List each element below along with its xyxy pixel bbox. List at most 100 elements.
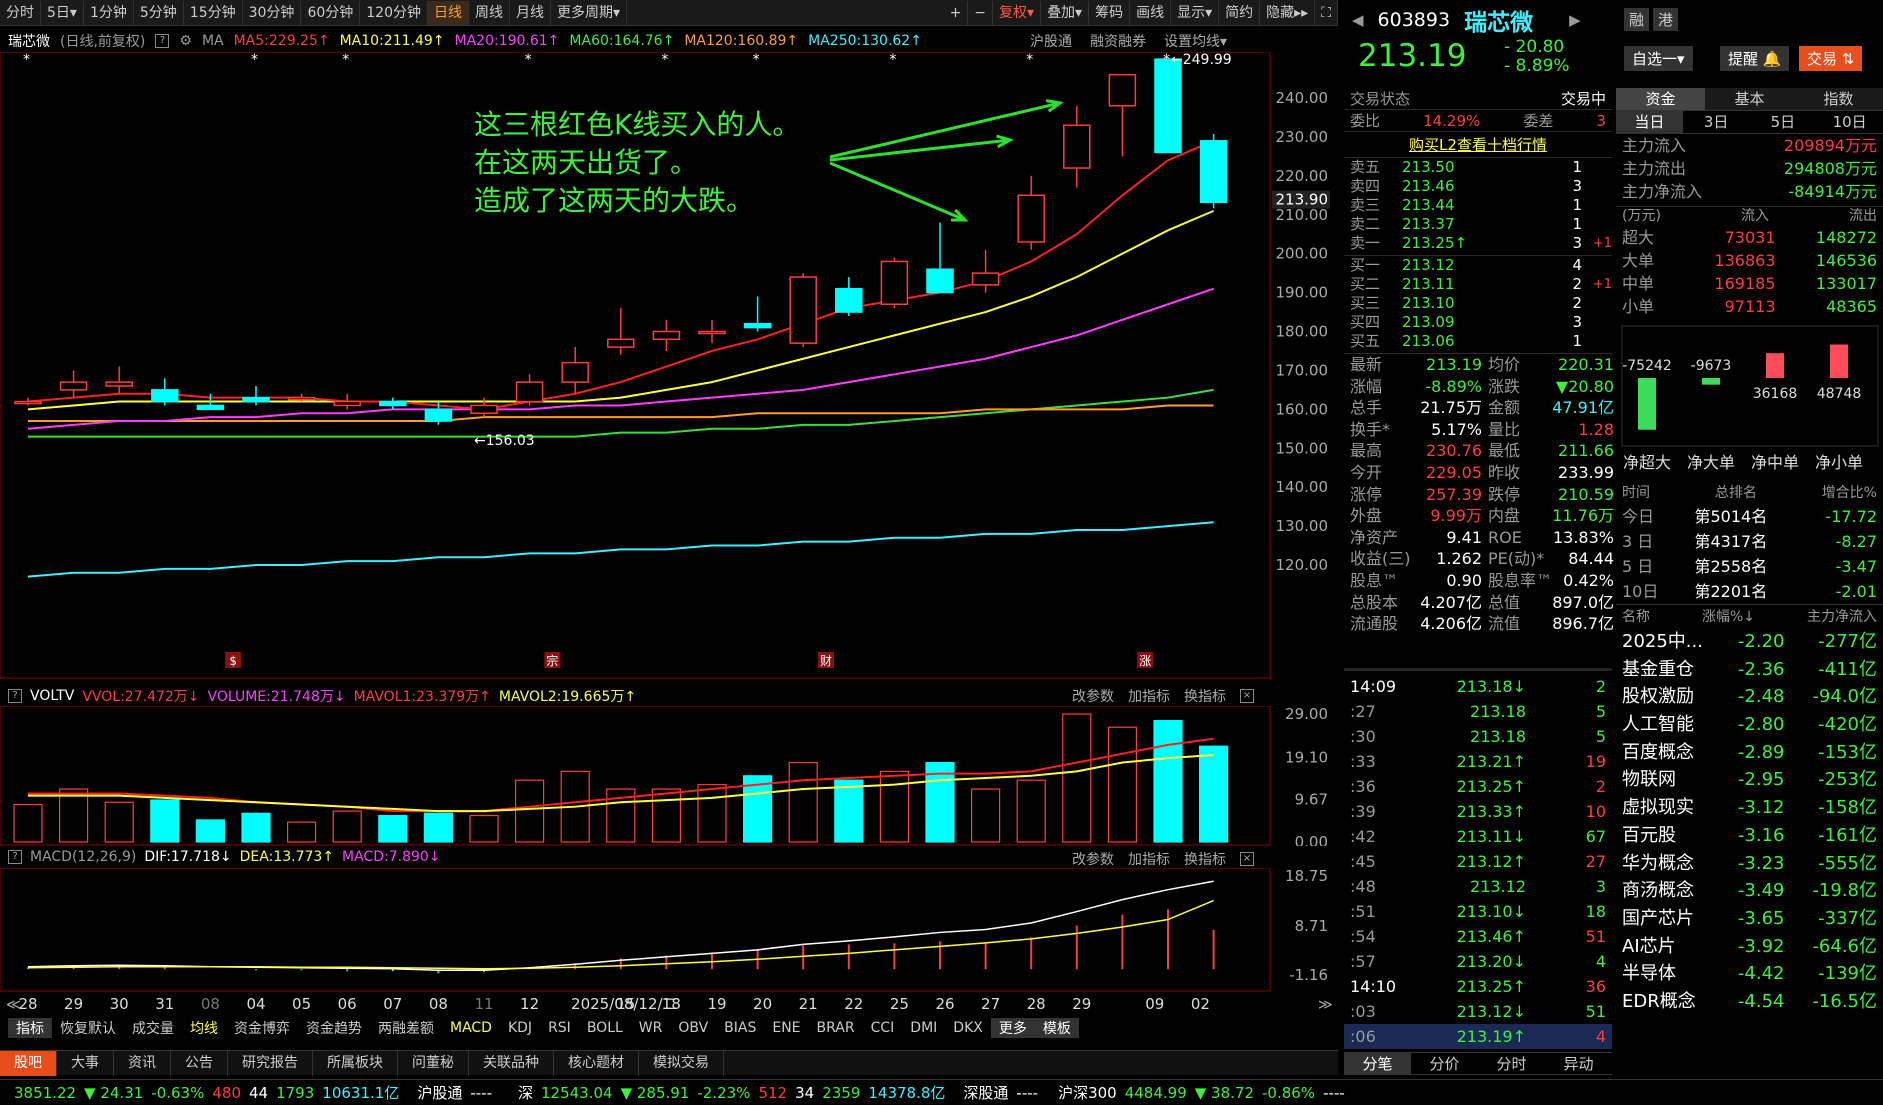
- candle-body[interactable]: [424, 408, 453, 422]
- rong-badge[interactable]: 融: [1624, 8, 1650, 31]
- close-icon[interactable]: ×: [1240, 689, 1254, 703]
- period-tab-1[interactable]: 5日▾: [41, 0, 84, 25]
- rzrq-button[interactable]: 融资融券: [1090, 31, 1146, 51]
- tick-row[interactable]: :39 213.33↑ 10: [1344, 799, 1612, 824]
- volume-bar[interactable]: [469, 814, 499, 843]
- volume-bar[interactable]: [58, 788, 89, 843]
- edit-params-button[interactable]: 改参数: [1072, 849, 1114, 869]
- tool-button-8[interactable]: 隐藏▸▸: [1260, 0, 1316, 25]
- candle-body[interactable]: [379, 400, 407, 407]
- trade-button[interactable]: 交易 ⇅: [1799, 46, 1863, 71]
- period-tab-1[interactable]: 3日: [1683, 111, 1750, 133]
- gear-icon[interactable]: ⚙: [179, 33, 192, 49]
- volume-bar[interactable]: [1198, 745, 1229, 843]
- add-indicator-button[interactable]: 加指标: [1128, 849, 1170, 869]
- period-tab-3[interactable]: 5分钟: [134, 0, 184, 25]
- watchlist-button[interactable]: 自选一▾: [1624, 46, 1693, 71]
- set-ma-button[interactable]: 设置均线▾: [1164, 31, 1227, 51]
- candle-body[interactable]: [743, 322, 772, 329]
- event-star-icon[interactable]: *: [1163, 52, 1170, 68]
- volume-bar[interactable]: [195, 819, 225, 843]
- volume-bar[interactable]: [378, 814, 408, 843]
- tick-row[interactable]: :06 213.19↑ 4: [1344, 1024, 1612, 1049]
- event-star-icon[interactable]: *: [23, 52, 30, 68]
- event-star-icon[interactable]: *: [251, 52, 258, 68]
- indicator-tab-9[interactable]: RSI: [540, 1020, 579, 1036]
- tool-button-0[interactable]: +: [944, 0, 969, 25]
- indicator-tab-17[interactable]: DMI: [902, 1020, 945, 1036]
- period-tab-7[interactable]: 120分钟: [360, 0, 428, 25]
- bid-row[interactable]: 买四 213.09 3: [1344, 313, 1612, 332]
- fund-tab-1[interactable]: 基本: [1705, 88, 1794, 110]
- candle-body[interactable]: [151, 389, 179, 403]
- sector-head-cell[interactable]: 涨幅%↓: [1702, 605, 1755, 628]
- period-tab-5[interactable]: 30分钟: [243, 0, 302, 25]
- sh-index[interactable]: 3851.22: [14, 1084, 76, 1102]
- indicator-tab-13[interactable]: BIAS: [716, 1020, 764, 1036]
- ask-row[interactable]: 卖一 213.25↑ 3 +1: [1344, 234, 1612, 253]
- candle-body[interactable]: [652, 330, 681, 341]
- sector-row[interactable]: 百元股 -3.16 -161亿: [1616, 822, 1883, 850]
- volume-bar[interactable]: [1062, 713, 1092, 843]
- period-tab-6[interactable]: 60分钟: [301, 0, 361, 25]
- candle-body[interactable]: [59, 381, 88, 391]
- sector-row[interactable]: 基金重仓 -2.36 -411亿: [1616, 656, 1883, 684]
- event-star-icon[interactable]: *: [525, 52, 532, 68]
- candle-body[interactable]: [607, 338, 635, 348]
- sector-head-cell[interactable]: 主力净流入: [1807, 605, 1877, 628]
- tick-row[interactable]: :45 213.12↑ 27: [1344, 849, 1612, 874]
- volume-chart[interactable]: 29.00 19.10 9.67 0.00: [0, 706, 1338, 846]
- period-tab-8[interactable]: 日线: [428, 0, 469, 25]
- candle-body[interactable]: [333, 400, 361, 407]
- candle-body[interactable]: [971, 272, 1000, 286]
- candle-body[interactable]: [1199, 140, 1228, 204]
- volume-bar[interactable]: [287, 821, 317, 843]
- tick-tab-3[interactable]: 异动: [1545, 1053, 1612, 1074]
- info-tab-8[interactable]: 核心题材: [554, 1050, 639, 1076]
- indicator-tab-12[interactable]: OBV: [670, 1020, 716, 1036]
- tick-row[interactable]: 14:09 213.18↓ 2: [1344, 674, 1612, 699]
- indicator-tab-4[interactable]: 资金博弈: [226, 1018, 298, 1038]
- indicator-tab-0[interactable]: 指标: [8, 1018, 52, 1038]
- sz-index[interactable]: 12543.04: [541, 1084, 613, 1102]
- tick-tab-1[interactable]: 分价: [1411, 1053, 1478, 1074]
- fullscreen-icon[interactable]: ⛶: [1315, 0, 1338, 25]
- info-tab-6[interactable]: 问董秘: [398, 1050, 469, 1076]
- prev-stock-icon[interactable]: ◀: [1352, 11, 1364, 29]
- bid-row[interactable]: 买三 213.10 2: [1344, 294, 1612, 313]
- sector-row[interactable]: AI芯片 -3.92 -64.6亿: [1616, 933, 1883, 961]
- help-icon[interactable]: ?: [8, 689, 22, 703]
- tick-row[interactable]: :54 213.46↑ 51: [1344, 924, 1612, 949]
- indicator-tab-11[interactable]: WR: [631, 1020, 671, 1036]
- volume-bar[interactable]: [332, 810, 362, 843]
- tick-row[interactable]: :42 213.11↓ 67: [1344, 824, 1612, 849]
- sector-row[interactable]: 股权激励 -2.48 -94.0亿: [1616, 683, 1883, 711]
- indicator-tab-14[interactable]: ENE: [764, 1020, 808, 1036]
- indicator-tab-7[interactable]: MACD: [442, 1020, 500, 1036]
- sector-row[interactable]: 物联网 -2.95 -253亿: [1616, 766, 1883, 794]
- indicator-tab-2[interactable]: 成交量: [124, 1018, 182, 1038]
- alert-button[interactable]: 提醒 🔔: [1720, 46, 1790, 71]
- help-icon[interactable]: ?: [155, 34, 170, 48]
- candle-body[interactable]: [287, 396, 316, 401]
- tick-row[interactable]: :48 213.12 3: [1344, 874, 1612, 899]
- candle-body[interactable]: [470, 404, 498, 414]
- volume-bar[interactable]: [104, 801, 134, 843]
- candle-body[interactable]: [789, 276, 817, 344]
- indicator-tab-5[interactable]: 资金趋势: [298, 1018, 370, 1038]
- sector-head-cell[interactable]: 名称: [1622, 605, 1650, 628]
- hs300-value[interactable]: 4484.99: [1125, 1084, 1187, 1102]
- period-tab-0[interactable]: 当日: [1616, 111, 1683, 133]
- close-icon[interactable]: ×: [1240, 852, 1254, 866]
- candle-body[interactable]: [515, 381, 544, 403]
- period-tab-2[interactable]: 5日: [1750, 111, 1817, 133]
- volume-bar[interactable]: [1016, 779, 1046, 843]
- indicator-tab-19[interactable]: 更多: [990, 1018, 1035, 1038]
- volume-bar[interactable]: [697, 784, 727, 843]
- fund-tab-0[interactable]: 资金: [1616, 88, 1705, 110]
- bid-row[interactable]: 买二 213.11 2 +1: [1344, 275, 1612, 294]
- candle-body[interactable]: [1154, 58, 1182, 154]
- tick-row[interactable]: :27 213.18 5: [1344, 699, 1612, 724]
- period-tab-0[interactable]: 分时: [0, 0, 41, 25]
- switch-indicator-button[interactable]: 换指标: [1184, 849, 1226, 869]
